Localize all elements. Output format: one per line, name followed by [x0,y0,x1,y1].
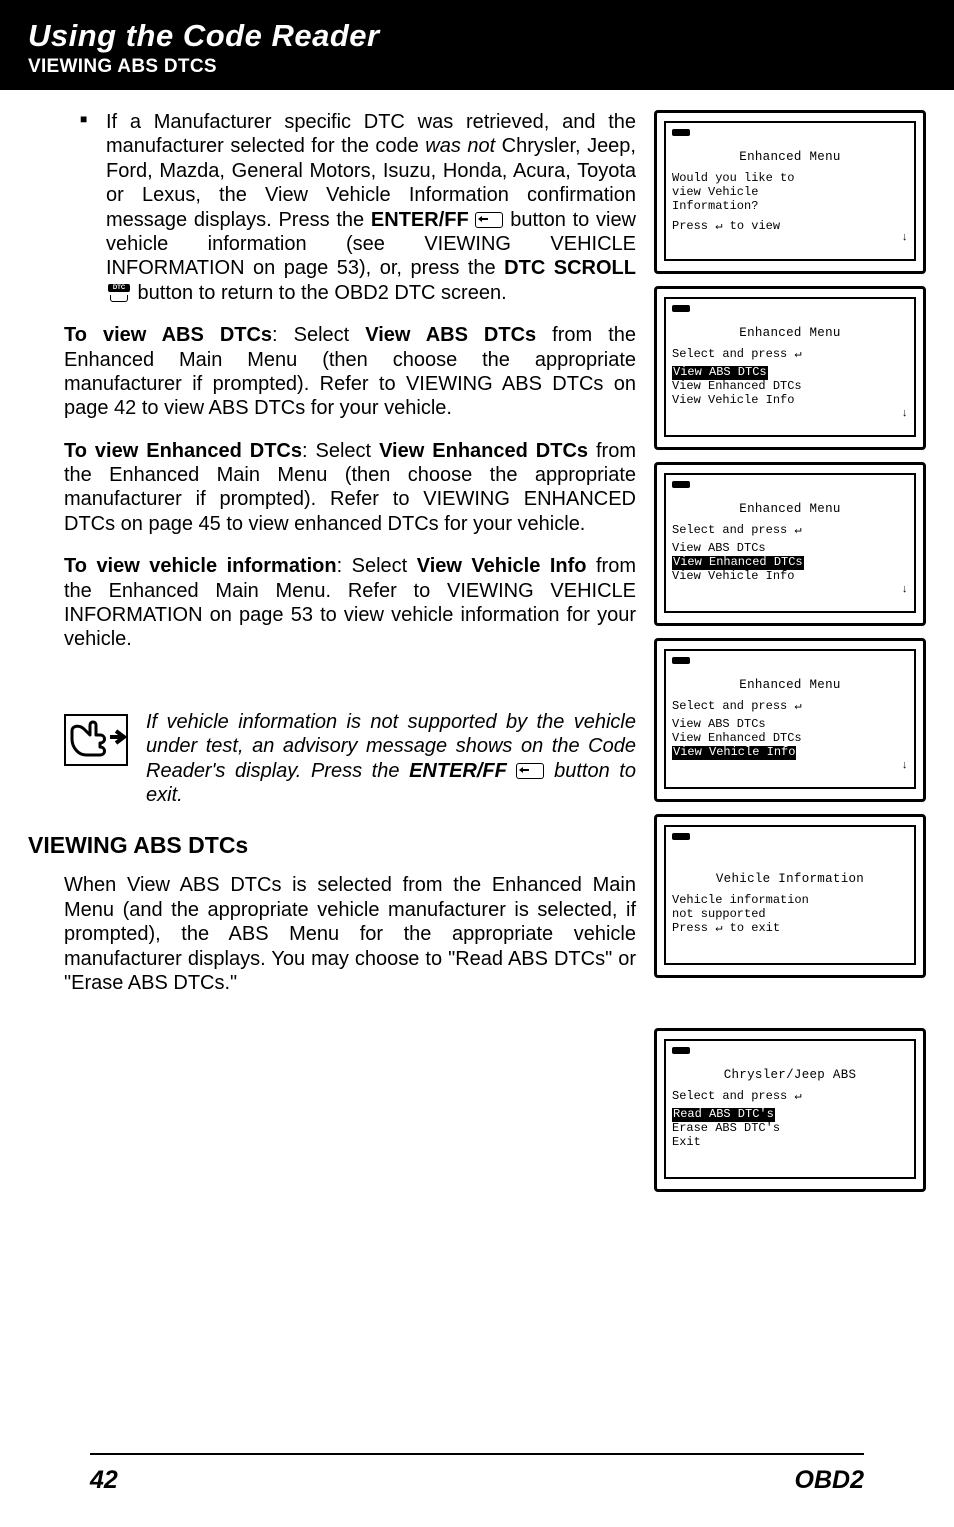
page-header: Using the Code Reader VIEWING ABS DTCS [0,0,954,90]
paragraph-abs-menu: When View ABS DTCs is selected from the … [28,873,636,995]
lcd: Enhanced Menu Select and press ↵ View AB… [664,297,916,437]
lcd-title: Chrysler/Jeep ABS [672,1068,908,1082]
lcd-title: Enhanced Menu [672,678,908,692]
down-arrow-icon: ↓ [901,584,908,597]
text: : Select [272,324,365,346]
bullet-paragraph: If a Manufacturer specific DTC was retri… [28,110,636,305]
paragraph-vehicle-info: To view vehicle information: Select View… [28,554,636,652]
header-subtitle: VIEWING ABS DTCS [28,56,926,78]
device-screen-2: Enhanced Menu Select and press ↵ View AB… [654,286,926,450]
link-icon [672,833,690,840]
enter-icon [516,763,544,779]
device-screen-5: Vehicle Information Vehicle information … [654,814,926,978]
lcd-line: Exit [672,1136,908,1150]
lcd-line: Vehicle information [672,894,908,908]
lcd-line: view Vehicle [672,186,908,200]
paragraph-abs: To view ABS DTCs: Select View ABS DTCs f… [28,323,636,421]
left-column: If a Manufacturer specific DTC was retri… [28,110,636,1192]
lead: To view Enhanced DTCs [64,440,302,462]
text: : Select [302,440,379,462]
page-number: 42 [90,1466,118,1495]
lcd-line: Information? [672,200,908,214]
lcd-highlight: View Vehicle Info [672,746,796,760]
note-text: If vehicle information is not supported … [146,710,636,808]
lcd: Enhanced Menu Would you like to view Veh… [664,121,916,261]
lcd-line: View ABS DTCs [672,542,908,556]
dtc-scroll-icon: DTC [106,284,132,302]
link-icon [672,305,690,312]
lcd: Chrysler/Jeep ABS Select and press ↵ Rea… [664,1039,916,1179]
lcd-line: Select and press ↵ [672,1090,908,1104]
link-icon [672,657,690,664]
lcd-line: View ABS DTCs [672,366,908,380]
lcd-line: Read ABS DTC's [672,1108,908,1122]
enter-ff-label: ENTER/FF [371,209,469,231]
header-title: Using the Code Reader [28,18,926,54]
lcd-line: Erase ABS DTC's [672,1122,908,1136]
lcd-line: View Vehicle Info [672,570,908,584]
lcd-title: Enhanced Menu [672,502,908,516]
content-area: If a Manufacturer specific DTC was retri… [0,90,954,1192]
down-arrow-icon: ↓ [901,232,908,245]
lcd-line: View Enhanced DTCs [672,380,908,394]
lcd-line: View Enhanced DTCs [672,556,908,570]
link-icon [672,129,690,136]
lcd-line: View ABS DTCs [672,718,908,732]
note-block: If vehicle information is not supported … [28,710,636,808]
lcd-line: View Vehicle Info [672,746,908,760]
device-screen-6: Chrysler/Jeep ABS Select and press ↵ Rea… [654,1028,926,1192]
down-arrow-icon: ↓ [901,408,908,421]
footer-rule [90,1453,864,1455]
lcd-line: Select and press ↵ [672,524,908,538]
section-heading: VIEWING ABS DTCs [28,831,636,859]
text: button to return to the OBD2 DTC screen. [132,282,507,304]
italic-text: was not [425,135,495,157]
lcd: Enhanced Menu Select and press ↵ View AB… [664,649,916,789]
page-footer: 42 OBD2 [90,1466,864,1495]
lcd-line: View Vehicle Info [672,394,908,408]
lcd-line: Press ↵ to view [672,220,908,234]
lcd-title: Enhanced Menu [672,150,908,164]
lcd: Vehicle Information Vehicle information … [664,825,916,965]
pointing-hand-icon [64,714,128,766]
lcd-title: Enhanced Menu [672,326,908,340]
link-icon [672,1047,690,1054]
lcd-highlight: View ABS DTCs [672,366,768,380]
paragraph-enhanced: To view Enhanced DTCs: Select View Enhan… [28,439,636,537]
lcd-line: View Enhanced DTCs [672,732,908,746]
right-column: Enhanced Menu Would you like to view Veh… [654,110,926,1192]
lcd: Enhanced Menu Select and press ↵ View AB… [664,473,916,613]
enter-icon [475,212,503,228]
device-screen-3: Enhanced Menu Select and press ↵ View AB… [654,462,926,626]
dtc-scroll-label: DTC SCROLL [504,257,636,279]
lcd-line: not supported [672,908,908,922]
footer-brand: OBD2 [795,1466,864,1495]
device-screen-4: Enhanced Menu Select and press ↵ View AB… [654,638,926,802]
enter-ff-label: ENTER/FF [409,760,507,782]
option: View Vehicle Info [417,555,587,577]
text: : Select [337,555,417,577]
lcd-highlight: View Enhanced DTCs [672,556,804,570]
link-icon [672,481,690,488]
lcd-highlight: Read ABS DTC's [672,1108,775,1122]
lead: To view vehicle information [64,555,337,577]
lcd-line: Would you like to [672,172,908,186]
lcd-title: Vehicle Information [672,872,908,886]
lead: To view ABS DTCs [64,324,272,346]
lcd-line: Select and press ↵ [672,700,908,714]
option: View Enhanced DTCs [379,440,588,462]
lcd-line: Select and press ↵ [672,348,908,362]
device-screen-1: Enhanced Menu Would you like to view Veh… [654,110,926,274]
option: View ABS DTCs [365,324,536,346]
down-arrow-icon: ↓ [901,760,908,773]
lcd-line: Press ↵ to exit [672,922,908,936]
